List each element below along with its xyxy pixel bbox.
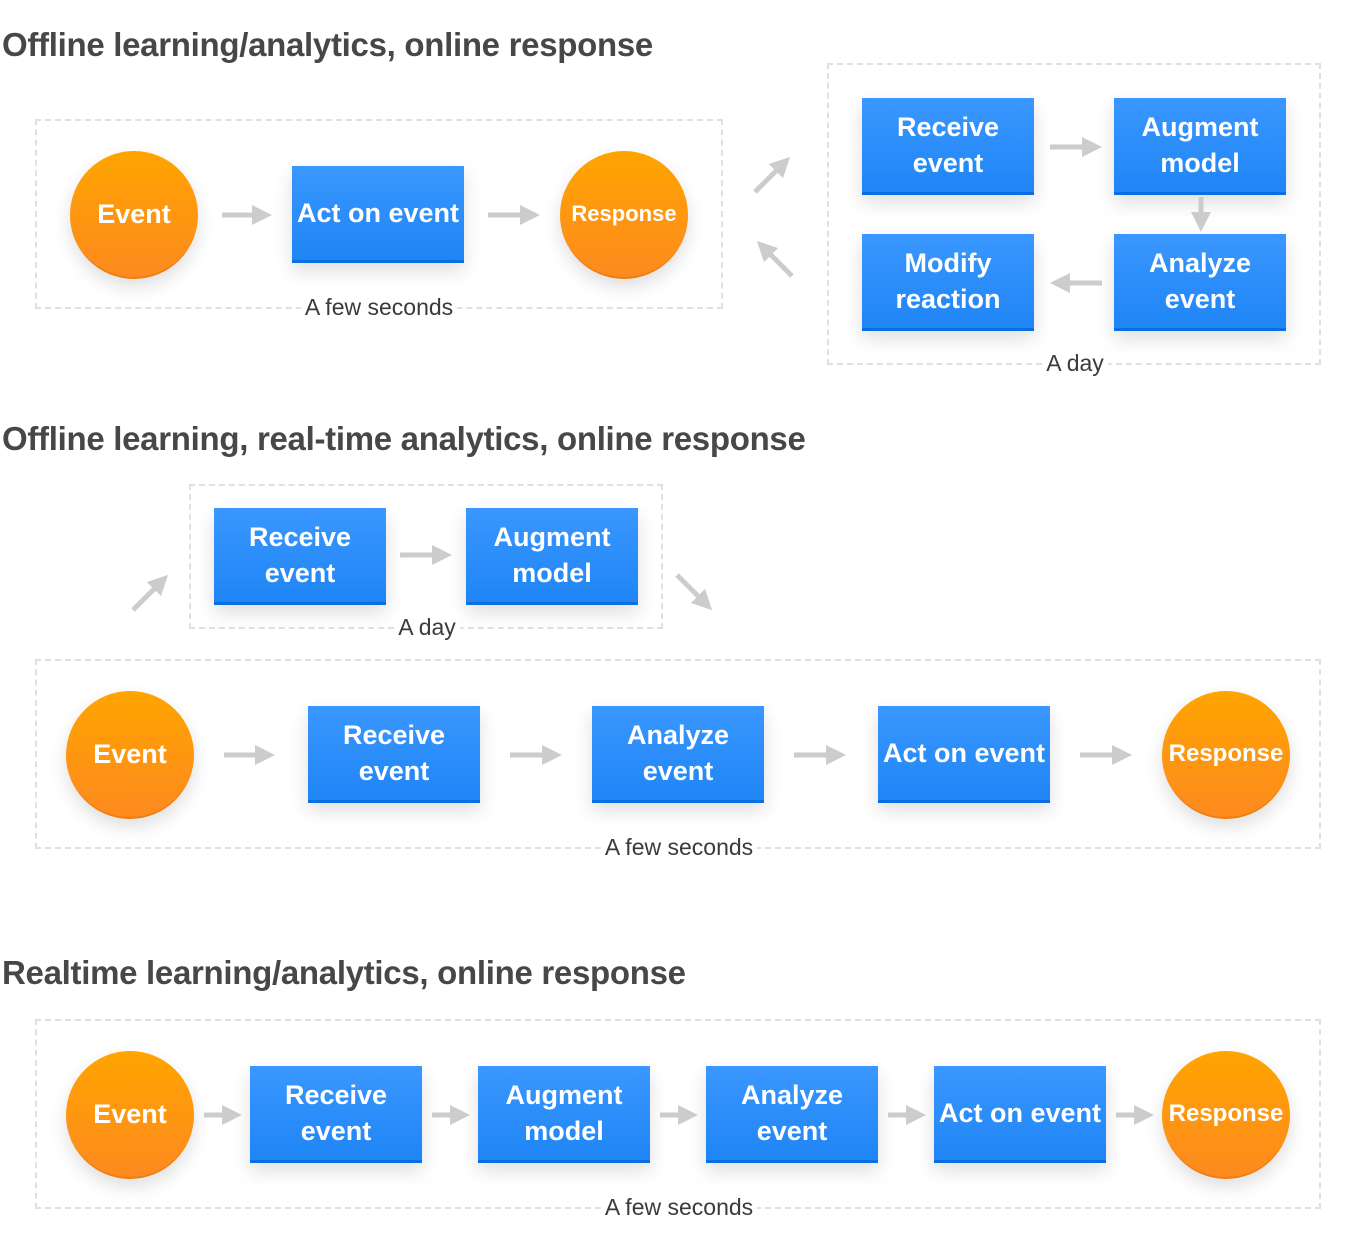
arrow — [753, 156, 791, 194]
event-node: Event — [70, 151, 198, 279]
section-2-title: Offline learning, real-time analytics, o… — [2, 420, 806, 457]
event-node-label: Event — [93, 738, 167, 769]
section-3-title: Realtime learning/analytics, online resp… — [2, 954, 686, 991]
analyze-event-node-label: Analyze event — [1148, 248, 1252, 314]
act-on-event-node: Act on event — [934, 1066, 1106, 1163]
receive-event-node: Receive event — [308, 706, 480, 803]
response-node: Response — [1162, 1051, 1290, 1179]
response-node: Response — [1162, 691, 1290, 819]
analyze-event-node: Analyze event — [706, 1066, 878, 1163]
section-3-online-frame — [35, 1019, 1321, 1209]
response-node: Response — [560, 151, 688, 279]
receive-event-node-label: Receive event — [248, 522, 352, 588]
analyze-event-node-label: Analyze event — [740, 1080, 844, 1146]
receive-event-node: Receive event — [862, 98, 1034, 195]
response-node-label: Response — [571, 201, 677, 226]
augment-model-node-label: Augment model — [505, 1080, 623, 1146]
act-on-event-node-label: Act on event — [882, 738, 1046, 768]
augment-model-node-label: Augment model — [493, 522, 611, 588]
augment-model-node: Augment model — [466, 508, 638, 605]
modify-reaction-node: Modify reaction — [862, 234, 1034, 331]
act-on-event-node-label: Act on event — [296, 198, 460, 228]
act-on-event-node-label: Act on event — [938, 1098, 1102, 1128]
duration-label: A day — [394, 614, 460, 640]
duration-label: A few seconds — [600, 834, 758, 860]
receive-event-node: Receive event — [214, 508, 386, 605]
act-on-event-node: Act on event — [878, 706, 1050, 803]
receive-event-node-label: Receive event — [342, 720, 446, 786]
augment-model-node: Augment model — [1114, 98, 1286, 195]
event-node: Event — [66, 691, 194, 819]
receive-event-node-label: Receive event — [896, 112, 1000, 178]
section-1-title: Offline learning/analytics, online respo… — [2, 26, 653, 63]
modify-reaction-node-label: Modify reaction — [895, 248, 1001, 314]
augment-model-node: Augment model — [478, 1066, 650, 1163]
duration-label: A day — [1042, 350, 1108, 376]
response-node-label: Response — [1168, 740, 1284, 767]
event-node-label: Event — [93, 1098, 167, 1129]
arrow — [756, 240, 794, 278]
analyze-event-node: Analyze event — [592, 706, 764, 803]
arrow — [675, 573, 713, 611]
act-on-event-node: Act on event — [292, 166, 464, 263]
arrow — [131, 574, 169, 612]
analyze-event-node: Analyze event — [1114, 234, 1286, 331]
receive-event-node: Receive event — [250, 1066, 422, 1163]
augment-model-node-label: Augment model — [1141, 112, 1259, 178]
duration-label: A few seconds — [300, 294, 458, 320]
event-node: Event — [66, 1051, 194, 1179]
event-node-label: Event — [97, 198, 171, 229]
duration-label: A few seconds — [600, 1194, 758, 1220]
response-node-label: Response — [1168, 1100, 1284, 1127]
receive-event-node-label: Receive event — [284, 1080, 388, 1146]
analyze-event-node-label: Analyze event — [626, 720, 730, 786]
